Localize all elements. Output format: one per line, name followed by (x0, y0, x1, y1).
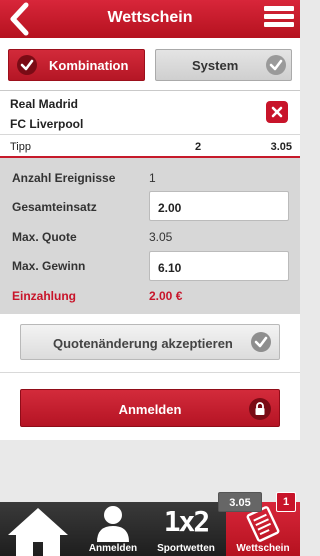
lock-icon (249, 398, 271, 420)
tab-system-label: System (192, 58, 239, 73)
total-odds-badge: 3.05 (218, 492, 262, 512)
app-header: Wettschein (0, 0, 300, 38)
check-icon (266, 55, 286, 75)
tip-odds: 3.05 (270, 141, 292, 153)
check-icon (251, 332, 271, 352)
nav-betslip-label: Wettschein (236, 543, 290, 554)
tip-label: Tipp (10, 141, 31, 153)
home-icon (8, 508, 68, 556)
accept-odds-change-label: Quotenänderung akzeptieren (53, 336, 233, 351)
away-team: FC Liverpool (10, 117, 84, 131)
login-section: Anmelden (0, 372, 300, 440)
max-win-label: Max. Gewinn (12, 259, 86, 273)
sports-1x2-icon: 1x2 (163, 505, 211, 538)
tip-row: Tipp 2 3.05 (0, 134, 300, 158)
nav-login-label: Anmelden (88, 543, 138, 554)
max-odds-value: 3.05 (149, 230, 173, 244)
accept-odds-change-button[interactable]: Quotenänderung akzeptieren (20, 324, 280, 360)
login-button-label: Anmelden (118, 402, 182, 417)
nav-login[interactable]: Anmelden (77, 502, 149, 556)
events-value: 1 (149, 171, 156, 185)
max-odds-label: Max. Quote (12, 230, 77, 244)
deposit-value: 2.00 € (149, 289, 183, 303)
user-icon (97, 506, 129, 542)
stake-input[interactable]: 2.00 (149, 191, 289, 221)
bet-count-badge: 1 (276, 492, 296, 512)
home-team: Real Madrid (10, 97, 79, 111)
close-icon (271, 106, 283, 118)
tab-kombination-label: Kombination (49, 58, 129, 73)
bet-summary: Anzahl Ereignisse 1 Gesamteinsatz 2.00 M… (0, 158, 300, 314)
max-win-field: 6.10 (149, 251, 289, 281)
bet-entry: Real Madrid FC Liverpool (0, 90, 300, 134)
check-icon (17, 55, 37, 75)
events-label: Anzahl Ereignisse (12, 171, 116, 185)
tip-pick: 2 (195, 141, 202, 153)
page-title: Wettschein (107, 9, 193, 26)
accept-section: Quotenänderung akzeptieren (0, 314, 300, 372)
bet-type-tabs: Kombination System (0, 38, 300, 90)
tab-kombination[interactable]: Kombination (8, 49, 145, 81)
menu-button[interactable] (264, 3, 294, 35)
hamburger-icon (264, 6, 294, 11)
nav-sports-label: Sportwetten (157, 543, 215, 554)
remove-bet-button[interactable] (266, 101, 288, 123)
tab-system[interactable]: System (155, 49, 292, 81)
login-button[interactable]: Anmelden (20, 389, 280, 427)
nav-home[interactable] (0, 502, 77, 556)
stake-label: Gesamteinsatz (12, 200, 97, 214)
deposit-label: Einzahlung (12, 289, 76, 303)
nav-sports[interactable]: 1x2 Sportwetten (149, 502, 223, 556)
